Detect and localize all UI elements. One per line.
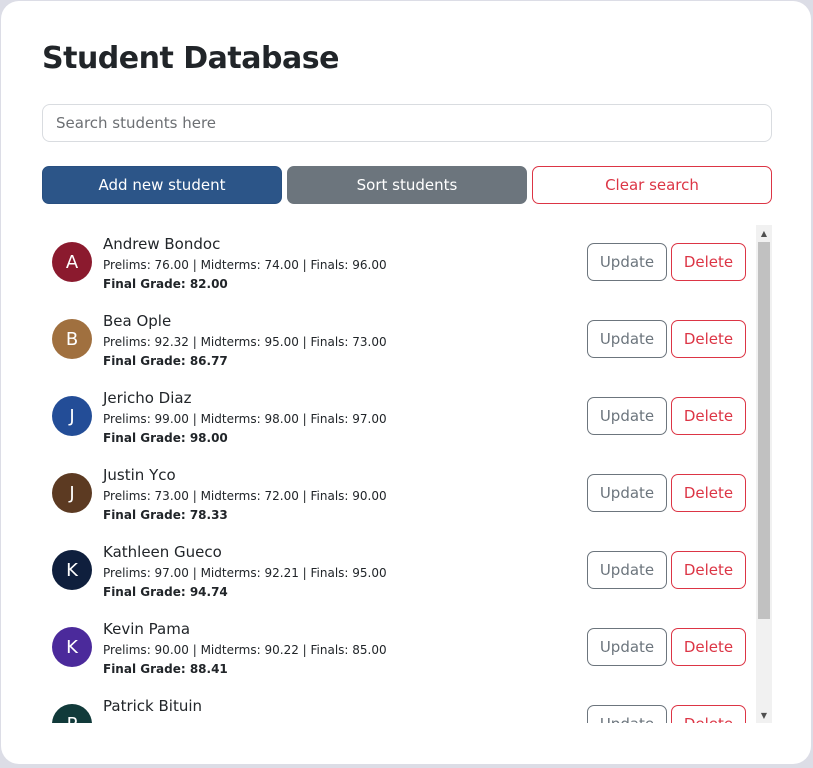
student-row: A Andrew Bondoc Prelims: 76.00 | Midterm… [42, 223, 755, 300]
avatar: J [52, 473, 92, 513]
student-final-grade: Final Grade: 82.00 [103, 277, 228, 291]
student-scores: Prelims: 92.32 | Midterms: 95.00 | Final… [103, 335, 387, 349]
delete-student-button[interactable]: Delete [671, 397, 746, 435]
triangle-up-icon[interactable]: ▲ [756, 225, 772, 241]
student-scores: Prelims: 97.00 | Midterms: 92.21 | Final… [103, 566, 387, 580]
student-name: Jericho Diaz [103, 389, 192, 407]
delete-student-button[interactable]: Delete [671, 551, 746, 589]
student-final-grade: Final Grade: 86.77 [103, 354, 228, 368]
student-scores: Prelims: 90.00 | Midterms: 90.22 | Final… [103, 643, 387, 657]
student-row: K Kevin Pama Prelims: 90.00 | Midterms: … [42, 608, 755, 685]
update-student-button[interactable]: Update [587, 397, 667, 435]
student-final-grade: Final Grade: 98.00 [103, 431, 228, 445]
delete-student-button[interactable]: Delete [671, 705, 746, 723]
student-scores: Prelims: 99.00 | Midterms: 98.00 | Final… [103, 412, 387, 426]
avatar: P [52, 704, 92, 723]
student-name: Justin Yco [103, 466, 176, 484]
student-list: A Andrew Bondoc Prelims: 76.00 | Midterm… [42, 223, 772, 723]
clear-search-button[interactable]: Clear search [532, 166, 772, 204]
student-row: J Jericho Diaz Prelims: 99.00 | Midterms… [42, 377, 755, 454]
avatar: A [52, 242, 92, 282]
page-title: Student Database [42, 41, 339, 76]
student-name: Kathleen Gueco [103, 543, 222, 561]
student-name: Patrick Bituin [103, 697, 203, 715]
student-name: Bea Ople [103, 312, 172, 330]
student-scores: Prelims: 76.00 | Midterms: 74.00 | Final… [103, 258, 387, 272]
avatar: K [52, 627, 92, 667]
avatar: K [52, 550, 92, 590]
update-student-button[interactable]: Update [587, 628, 667, 666]
update-student-button[interactable]: Update [587, 320, 667, 358]
delete-student-button[interactable]: Delete [671, 320, 746, 358]
student-database-card: Student Database Add new student Sort st… [1, 1, 811, 764]
update-student-button[interactable]: Update [587, 705, 667, 723]
delete-student-button[interactable]: Delete [671, 243, 746, 281]
delete-student-button[interactable]: Delete [671, 628, 746, 666]
search-input[interactable] [42, 104, 772, 142]
avatar: J [52, 396, 92, 436]
delete-student-button[interactable]: Delete [671, 474, 746, 512]
student-row: J Justin Yco Prelims: 73.00 | Midterms: … [42, 454, 755, 531]
student-row: B Bea Ople Prelims: 92.32 | Midterms: 95… [42, 300, 755, 377]
sort-students-button[interactable]: Sort students [287, 166, 527, 204]
action-button-row: Add new student Sort students Clear sear… [42, 166, 772, 204]
student-final-grade: Final Grade: 78.33 [103, 508, 228, 522]
triangle-down-icon[interactable]: ▼ [756, 707, 772, 723]
student-final-grade: Final Grade: 94.74 [103, 585, 228, 599]
student-row: P Patrick Bituin Update Delete [42, 685, 755, 723]
avatar: B [52, 319, 92, 359]
student-row: K Kathleen Gueco Prelims: 97.00 | Midter… [42, 531, 755, 608]
update-student-button[interactable]: Update [587, 243, 667, 281]
add-new-student-button[interactable]: Add new student [42, 166, 282, 204]
student-name: Andrew Bondoc [103, 235, 221, 253]
student-list-scrollbar[interactable]: ▲ ▼ [756, 225, 772, 723]
student-name: Kevin Pama [103, 620, 191, 638]
update-student-button[interactable]: Update [587, 474, 667, 512]
student-final-grade: Final Grade: 88.41 [103, 662, 228, 676]
student-scores: Prelims: 73.00 | Midterms: 72.00 | Final… [103, 489, 387, 503]
update-student-button[interactable]: Update [587, 551, 667, 589]
scrollbar-thumb[interactable] [758, 242, 770, 619]
